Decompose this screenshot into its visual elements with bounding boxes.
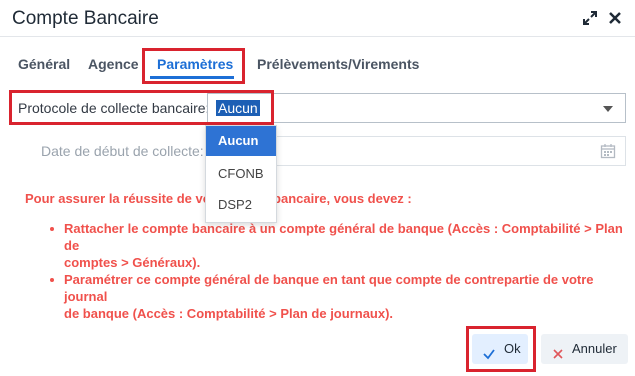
info-bullet-2: Paramétrer ce compte général de banque e… [50,271,624,322]
highlight-protocol-box [9,90,274,125]
option-cfonb[interactable]: CFONB [206,159,276,189]
cancel-button[interactable]: Annuler [541,334,628,364]
info-bullet-1: Rattacher le compte bancaire à un compte… [50,221,623,270]
close-icon[interactable] [607,10,623,26]
title-bar: Compte Bancaire [0,0,635,37]
option-aucun[interactable]: Aucun [206,126,276,156]
start-date-label: Date de début de collecte: [41,143,204,159]
window-title: Compte Bancaire [12,8,159,29]
tab-bar: Général Agence Paramètres Prélèvements/V… [0,52,635,84]
info-message-list: Rattacher le compte bancaire à un compte… [50,220,624,322]
chevron-down-icon[interactable] [603,106,613,112]
close-x-icon [551,342,565,372]
tab-prelevements-virements[interactable]: Prélèvements/Virements [257,56,419,72]
option-dsp2[interactable]: DSP2 [206,190,276,220]
highlight-tab-box [142,48,245,84]
highlight-ok-box [466,326,536,372]
tab-general[interactable]: Général [18,56,70,72]
protocol-dropdown-list: Aucun CFONB DSP2 [205,125,277,223]
tab-agence[interactable]: Agence [88,56,139,72]
expand-icon[interactable] [582,10,598,26]
calendar-icon[interactable] [600,143,616,164]
cancel-button-label: Annuler [572,341,617,356]
